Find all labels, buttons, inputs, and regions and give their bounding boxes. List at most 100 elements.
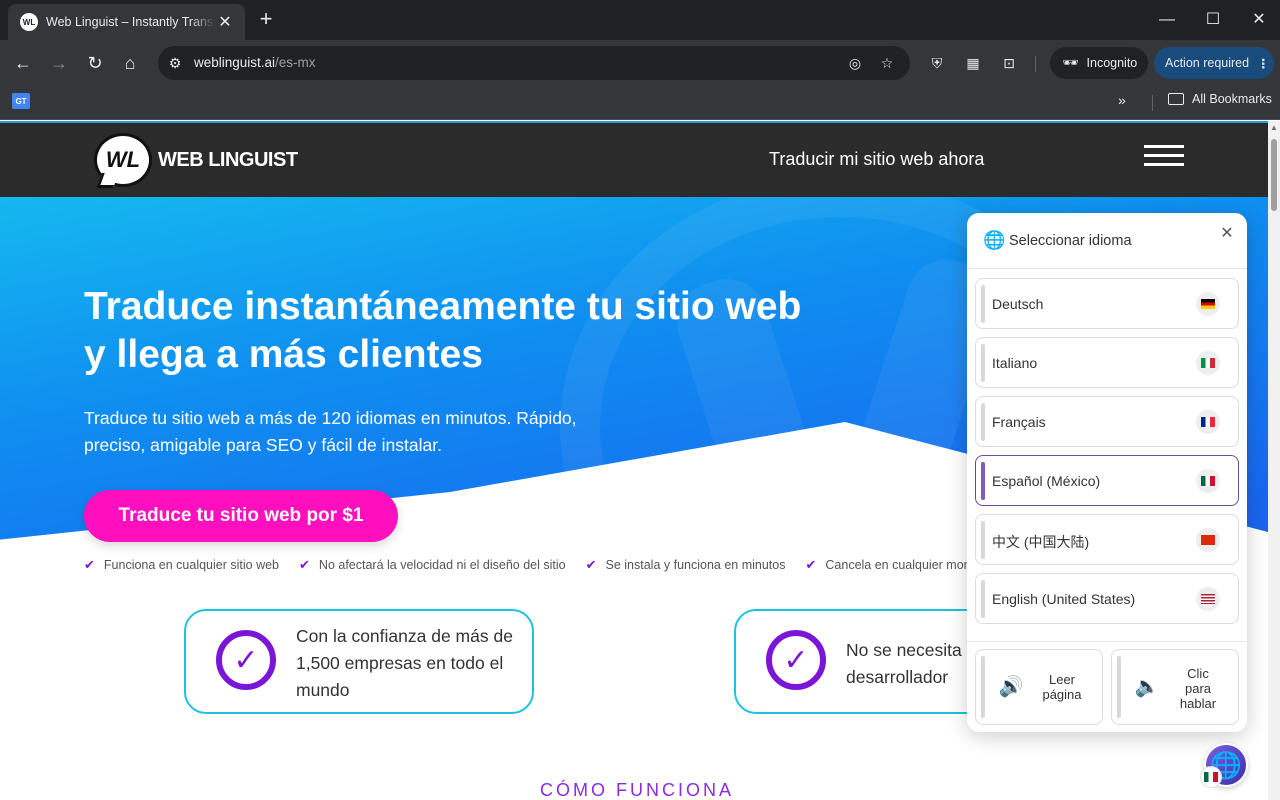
- language-name: Español (México): [992, 473, 1101, 489]
- lens-search-icon[interactable]: ⊡: [998, 52, 1020, 74]
- new-tab-button[interactable]: +: [255, 8, 277, 32]
- toolbar-divider: [1035, 56, 1036, 72]
- button-indicator: [981, 656, 985, 718]
- language-option-indicator: [981, 521, 985, 559]
- logo-bubble-icon: WL: [94, 133, 152, 187]
- china-flag-icon: [1196, 528, 1220, 552]
- logo-text: WEB LINGUIST: [158, 148, 298, 171]
- feature-check-item: ✔ Funciona en cualquier sitio web: [84, 557, 279, 573]
- usa-flag-icon: [1196, 587, 1220, 611]
- language-option-indicator: [981, 462, 985, 500]
- language-option-deutsch[interactable]: Deutsch: [975, 278, 1239, 329]
- google-translate-bookmark-icon[interactable]: GT: [12, 93, 30, 109]
- language-name: 中文 (中国大陆): [992, 534, 1090, 550]
- read-page-label-line: Leer: [1048, 672, 1076, 687]
- url-domain: weblinguist.ai: [194, 55, 276, 70]
- language-name: Français: [992, 414, 1046, 430]
- click-to-speak-label-line: Clic: [1187, 666, 1209, 681]
- reload-icon[interactable]: ↻: [82, 51, 108, 77]
- bookmark-star-icon[interactable]: ☆: [878, 54, 896, 72]
- language-option-espanol-mexico[interactable]: Español (México): [975, 455, 1239, 506]
- language-selector-panel: 🌐 Seleccionar idioma ✕ Deutsch Italiano …: [967, 213, 1247, 732]
- action-required-label: Action required: [1165, 56, 1250, 70]
- tracking-protection-eye-icon[interactable]: ◎: [846, 54, 864, 72]
- all-bookmarks-label: All Bookmarks: [1192, 92, 1272, 106]
- bookmarks-bar: GT » All Bookmarks: [0, 86, 1280, 120]
- url-text[interactable]: weblinguist.ai/es-mx: [194, 55, 316, 70]
- action-required-button[interactable]: Action required ⋮: [1154, 47, 1274, 79]
- close-icon[interactable]: ✕: [1219, 223, 1235, 243]
- card-text-line: Con la confianza de más de: [296, 626, 513, 646]
- checkmark-icon: ✔: [805, 557, 817, 572]
- hamburger-menu-icon[interactable]: [1144, 145, 1184, 167]
- all-bookmarks-button[interactable]: All Bookmarks: [1168, 92, 1272, 106]
- no-developer-card-text: No se necesita un desarrollador: [846, 637, 986, 691]
- hero-title: Traduce instantáneamente tu sitio web y …: [84, 283, 864, 379]
- language-option-english-us[interactable]: English (United States): [975, 573, 1239, 624]
- close-tab-icon[interactable]: ✕: [215, 12, 235, 32]
- qr-code-icon[interactable]: ▦: [962, 52, 984, 74]
- site-logo[interactable]: WL WEB LINGUIST: [94, 133, 298, 187]
- extension-icon[interactable]: ⛨: [926, 52, 948, 74]
- home-icon[interactable]: ⌂: [117, 51, 143, 77]
- click-to-speak-label-line: hablar: [1179, 696, 1217, 711]
- site-info-icon[interactable]: ⚙: [166, 54, 184, 72]
- language-option-francais[interactable]: Français: [975, 396, 1239, 447]
- forward-icon[interactable]: →: [46, 51, 72, 77]
- france-flag-icon: [1196, 410, 1220, 434]
- hero-title-line: Traduce instantáneamente tu sitio web: [84, 285, 802, 328]
- read-page-label: Leer página: [1032, 672, 1092, 702]
- language-option-italiano[interactable]: Italiano: [975, 337, 1239, 388]
- card-text-line: 1,500 empresas en todo el: [296, 653, 504, 673]
- header-translate-link[interactable]: Traducir mi sitio web ahora: [769, 149, 984, 170]
- language-name: Italiano: [992, 355, 1038, 371]
- feature-check-label: Se instala y funciona en minutos: [605, 558, 786, 572]
- maximize-window-icon[interactable]: ☐: [1201, 8, 1225, 32]
- url-path: /es-mx: [275, 55, 316, 70]
- address-bar[interactable]: ⚙ weblinguist.ai/es-mx ◎ ☆: [158, 46, 910, 80]
- checkmark-icon: ✔: [299, 557, 310, 572]
- feature-check-label: No afectará la velocidad ni el diseño de…: [318, 558, 566, 572]
- language-option-chinese[interactable]: 中文 (中国大陆): [975, 514, 1239, 565]
- check-circle-icon: ✓: [766, 630, 826, 690]
- language-name: English (United States): [992, 591, 1136, 607]
- click-to-speak-label: Clic para hablar: [1168, 666, 1228, 711]
- how-it-works-heading: CÓMO FUNCIONA: [540, 780, 734, 800]
- site-favicon-icon: WL: [20, 13, 38, 31]
- language-panel-header: 🌐 Seleccionar idioma ✕: [967, 213, 1247, 269]
- language-option-indicator: [981, 285, 985, 323]
- language-option-indicator: [981, 580, 985, 618]
- language-panel-divider: [967, 641, 1247, 642]
- bookmarks-divider: [1152, 95, 1153, 111]
- scroll-thumb[interactable]: [1271, 139, 1277, 211]
- language-name: Deutsch: [992, 296, 1044, 312]
- incognito-indicator[interactable]: 🕶 Incognito: [1050, 47, 1148, 79]
- translate-for-1-dollar-button[interactable]: Traduce tu sitio web por $1: [84, 490, 398, 542]
- read-aloud-icon: 🔊: [998, 676, 1024, 698]
- feature-check-item: ✔ Se instala y funciona en minutos: [586, 557, 786, 573]
- browser-toolbar: ← → ↻ ⌂ ⚙ weblinguist.ai/es-mx ◎ ☆ ⛨ ▦ ⊡…: [0, 40, 1280, 86]
- back-icon[interactable]: ←: [10, 51, 36, 77]
- language-option-indicator: [981, 344, 985, 382]
- bookmarks-overflow-icon[interactable]: »: [1118, 92, 1126, 108]
- browser-tab-active[interactable]: WL Web Linguist – Instantly Translate ✕: [8, 4, 245, 40]
- incognito-icon: 🕶: [1062, 55, 1079, 70]
- page-scrollbar[interactable]: ▲: [1268, 121, 1280, 800]
- close-window-icon[interactable]: ✕: [1247, 8, 1271, 32]
- click-to-speak-button[interactable]: 🔈 Clic para hablar: [1111, 649, 1239, 725]
- card-text-line: mundo: [296, 680, 350, 700]
- scroll-up-icon[interactable]: ▲: [1270, 123, 1278, 132]
- language-option-indicator: [981, 403, 985, 441]
- more-menu-icon[interactable]: ⋮: [1257, 56, 1270, 71]
- italy-flag-icon: [1196, 351, 1220, 375]
- read-page-label-line: página: [1042, 687, 1082, 702]
- hero-title-line: y llega a más clientes: [84, 333, 483, 376]
- browser-tab-bar: WL Web Linguist – Instantly Translate ✕ …: [0, 0, 1280, 40]
- trust-card: ✓ Con la confianza de más de 1,500 empre…: [184, 609, 534, 714]
- feature-checklist: ✔ Funciona en cualquier sitio web ✔ No afe…: [84, 557, 1018, 573]
- read-page-button[interactable]: 🔊 Leer página: [975, 649, 1103, 725]
- minimize-window-icon[interactable]: —: [1155, 8, 1179, 32]
- card-text-line: desarrollador: [846, 667, 949, 687]
- check-circle-icon: ✓: [216, 630, 276, 690]
- hero-subtitle: Traduce tu sitio web a más de 120 idioma…: [84, 408, 577, 455]
